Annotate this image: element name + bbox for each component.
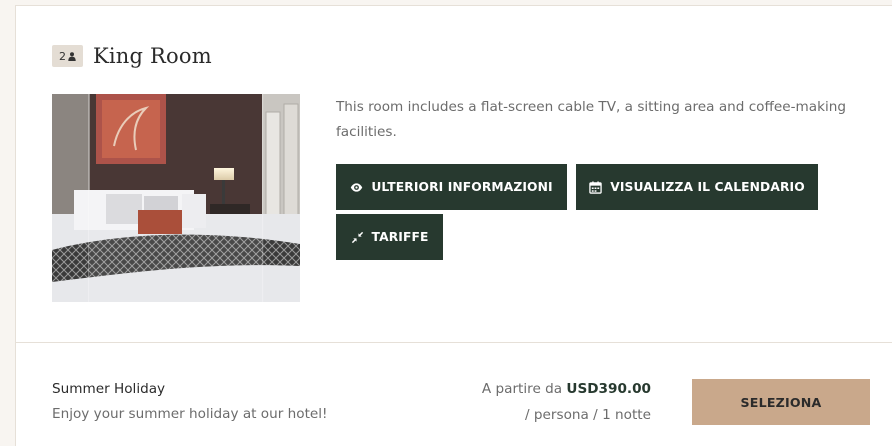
rate-description: Enjoy your summer holiday at our hotel! [52, 406, 328, 422]
room-photo[interactable] [52, 94, 300, 302]
calendar-icon [589, 180, 602, 194]
select-button[interactable]: SELEZIONA [692, 379, 870, 425]
view-calendar-button[interactable]: VISUALIZZA IL CALENDARIO [576, 164, 818, 210]
person-icon [68, 51, 76, 61]
price-amount: USD390.00 [566, 381, 651, 397]
price-from: A partire da USD390.00 [482, 381, 651, 397]
room-card: 2 King Room This room includes a flat-sc… [15, 5, 892, 446]
room-header: 2 King Room [52, 44, 212, 68]
room-description: This room includes a flat-screen cable T… [336, 99, 846, 140]
price-prefix: A partire da [481, 381, 563, 397]
room-title: King Room [93, 44, 212, 68]
occupancy-count: 2 [59, 49, 66, 63]
eye-icon [351, 182, 363, 192]
occupancy-badge: 2 [52, 45, 83, 67]
view-calendar-label: VISUALIZZA IL CALENDARIO [610, 180, 805, 194]
rate-name: Summer Holiday [52, 381, 166, 397]
rates-button[interactable]: TARIFFE [336, 214, 443, 260]
compress-arrows-icon [351, 231, 363, 243]
section-divider [16, 342, 892, 343]
more-info-button[interactable]: ULTERIORI INFORMAZIONI [336, 164, 567, 210]
price-unit: / persona / 1 notte [525, 407, 651, 423]
rates-label: TARIFFE [371, 230, 429, 244]
more-info-label: ULTERIORI INFORMAZIONI [371, 180, 553, 194]
room-photo-image [52, 94, 300, 302]
